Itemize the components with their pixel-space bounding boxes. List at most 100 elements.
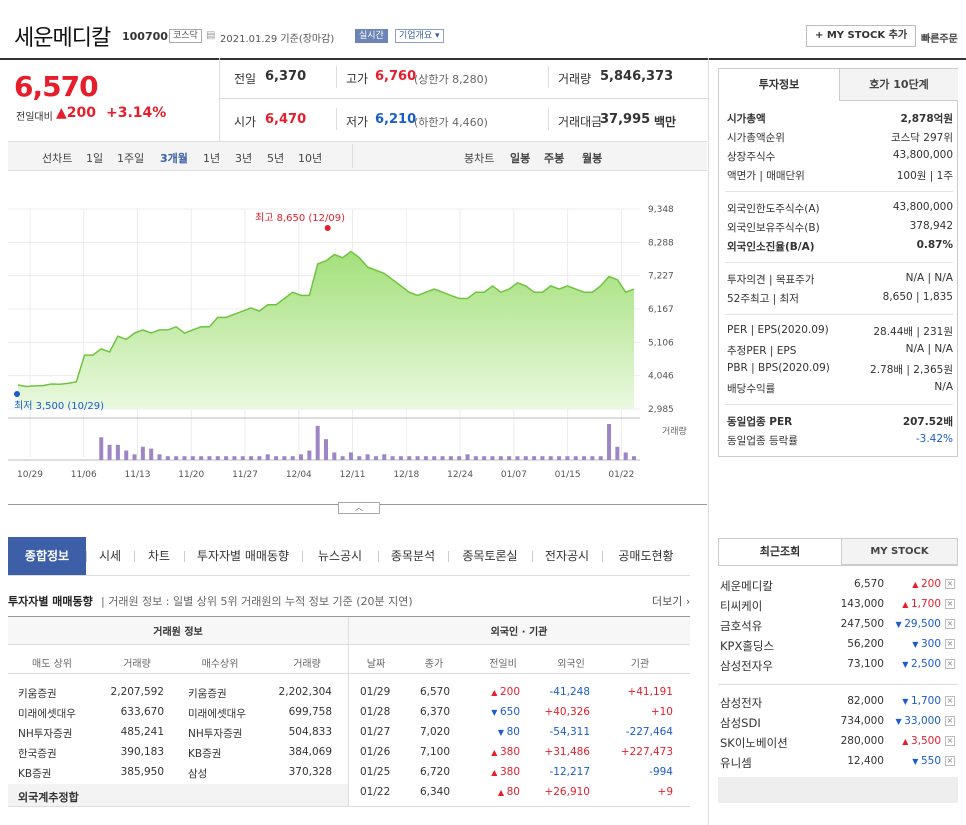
buy-broker[interactable]: 미래에셋대우 xyxy=(188,706,246,721)
remove-icon[interactable]: × xyxy=(945,599,955,609)
recent-stock-name[interactable]: 삼성SDI xyxy=(720,715,761,731)
recent-stock-name[interactable]: SK이노베이션 xyxy=(720,735,788,751)
amount-value: 37,995 xyxy=(600,112,651,127)
tab-1day[interactable]: 1일 xyxy=(86,150,103,166)
main-tab[interactable]: 차트 xyxy=(134,537,184,575)
recent-change-value: 3,500 xyxy=(910,735,941,747)
main-tab[interactable]: 종목토론실 xyxy=(448,537,532,575)
x-tick-label: 01/22 xyxy=(608,470,634,480)
volume-bar xyxy=(615,446,620,460)
recent-stock-name[interactable]: 삼성전자 xyxy=(720,695,762,711)
tab-3year[interactable]: 3년 xyxy=(235,150,252,166)
info-key: 상장주식수 xyxy=(727,151,776,163)
volume-bar xyxy=(340,456,345,460)
sell-broker[interactable]: KB증권 xyxy=(18,766,51,781)
tab-10year[interactable]: 10년 xyxy=(298,150,322,166)
buy-broker[interactable]: KB증권 xyxy=(188,746,221,761)
recent-stock-name[interactable]: 삼성전자우 xyxy=(720,658,773,674)
x-tick-label: 10/29 xyxy=(17,470,43,480)
quick-order-link[interactable]: 빠른주문 xyxy=(921,30,958,45)
stock-name: 세운메디칼 xyxy=(14,26,111,51)
buy-broker[interactable]: 삼성 xyxy=(188,766,207,781)
daily-change: ▼ 80 xyxy=(470,726,520,738)
remove-icon[interactable]: × xyxy=(945,716,955,726)
recent-stock-name[interactable]: 유니셈 xyxy=(720,755,752,771)
main-tab[interactable]: 뉴스공시 xyxy=(302,537,378,575)
main-tab[interactable]: 종목분석 xyxy=(378,537,448,575)
lower-limit: (하한가 4,460) xyxy=(414,116,488,129)
more-link[interactable]: 더보기 › xyxy=(652,593,690,609)
sell-broker[interactable]: 한국증권 xyxy=(18,746,57,761)
x-tick-label: 12/24 xyxy=(447,470,473,480)
recent-stock-change: ▲ 1,700 xyxy=(886,598,941,610)
remove-icon[interactable]: × xyxy=(945,696,955,706)
tab-orderbook[interactable]: 호가 10단계 xyxy=(839,69,958,101)
tab-1week[interactable]: 1주일 xyxy=(117,150,144,166)
info-value: 2.78배 | 2,365원 xyxy=(870,364,953,376)
remove-icon[interactable]: × xyxy=(945,639,955,649)
foreign-net: -54,311 xyxy=(549,726,590,738)
y-tick-label: 5,106 xyxy=(648,338,674,348)
buy-broker[interactable]: NH투자증권 xyxy=(188,726,242,741)
trade-date: 01/22 xyxy=(360,786,391,798)
tab-3month[interactable]: 3개월 xyxy=(160,150,188,166)
remove-icon[interactable]: × xyxy=(945,756,955,766)
volume-bar xyxy=(498,456,503,460)
recent-stock-name[interactable]: 티씨케이 xyxy=(720,598,762,614)
add-my-stock-button[interactable]: + MY STOCK 추가 xyxy=(806,25,917,47)
recent-stock-name[interactable]: 세운메디칼 xyxy=(720,578,773,594)
y-tick-label: 2,985 xyxy=(648,405,674,415)
recent-stock-change: ▲ 3,500 xyxy=(886,735,941,747)
down-arrow-icon: ▼ xyxy=(497,728,507,737)
info-key: 배당수익률 xyxy=(727,383,776,395)
tab-1year[interactable]: 1년 xyxy=(203,150,220,166)
chevron-up-icon[interactable]: ︿ xyxy=(338,502,380,514)
tab-my-stock[interactable]: MY STOCK xyxy=(841,539,957,565)
main-tab[interactable]: 전자공시 xyxy=(532,537,602,575)
tab-investment-info[interactable]: 투자정보 xyxy=(719,69,839,101)
foreign-net: +31,486 xyxy=(544,746,590,758)
x-tick-label: 01/15 xyxy=(555,470,581,480)
main-tab[interactable]: 공매도현황 xyxy=(602,537,690,575)
open-value: 6,470 xyxy=(265,112,307,127)
daily-change: ▲ 380 xyxy=(470,746,520,758)
tab-monthly-candle[interactable]: 월봉 xyxy=(582,150,602,166)
realtime-badge[interactable]: 실시간 xyxy=(355,29,388,43)
recent-change-value: 29,500 xyxy=(904,618,941,630)
volume-bar xyxy=(290,456,295,460)
sell-broker[interactable]: 미래에셋대우 xyxy=(18,706,76,721)
recent-stock-name[interactable]: KPX홀딩스 xyxy=(720,638,774,654)
open-label: 시가 xyxy=(234,115,257,129)
volume-bar xyxy=(115,444,120,460)
recent-stock-name[interactable]: 금호석유 xyxy=(720,618,762,634)
info-key: 동일업종 PER xyxy=(727,416,793,428)
info-value: 28.44배 | 231원 xyxy=(873,326,953,338)
volume-bar xyxy=(573,456,578,460)
x-tick-label: 12/11 xyxy=(340,470,366,480)
volume-bar xyxy=(515,456,520,460)
info-value: 100원 | 1주 xyxy=(896,170,953,182)
investment-info-panel: 투자정보 호가 10단계 시가총액 2,878억원 시가총액순위 코스닥 297위 상장… xyxy=(718,68,958,457)
main-tab[interactable]: 투자자별 매매동향 xyxy=(184,537,302,575)
close-price: 6,720 xyxy=(419,766,450,778)
main-tab[interactable]: 시세 xyxy=(86,537,134,575)
tab-daily-candle[interactable]: 일봉 xyxy=(510,150,530,166)
close-price: 6,570 xyxy=(419,686,450,698)
sell-broker[interactable]: 키움증권 xyxy=(18,686,57,701)
price-chart: 9,348 8,288 7,227 6,167 5,106 4,046 2,985 10/2… xyxy=(8,205,687,480)
remove-icon[interactable]: × xyxy=(945,736,955,746)
remove-icon[interactable]: × xyxy=(945,579,955,589)
recent-stock-price: 12,400 xyxy=(847,755,884,767)
tab-recent-viewed[interactable]: 최근조회 xyxy=(719,539,841,565)
sell-broker[interactable]: NH투자증권 xyxy=(18,726,72,741)
recent-stock-price: 6,570 xyxy=(853,578,884,590)
volume-bar xyxy=(423,456,428,460)
main-tab[interactable]: 종합정보 xyxy=(8,537,86,575)
tab-weekly-candle[interactable]: 주봉 xyxy=(544,150,564,166)
remove-icon[interactable]: × xyxy=(945,619,955,629)
info-key: 시가총액순위 xyxy=(727,132,785,144)
buy-broker[interactable]: 키움증권 xyxy=(188,686,227,701)
remove-icon[interactable]: × xyxy=(945,659,955,669)
tab-5year[interactable]: 5년 xyxy=(267,150,284,166)
company-overview-button[interactable]: 기업개요 ▾ xyxy=(395,29,444,43)
